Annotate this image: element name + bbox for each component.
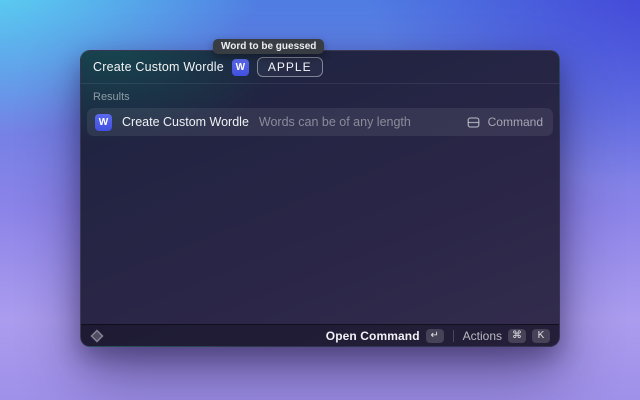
command-type-icon (466, 115, 481, 130)
word-argument-field[interactable]: APPLE (257, 57, 323, 77)
header-divider (81, 83, 559, 84)
k-keycap: K (532, 329, 550, 343)
raycast-logo-icon[interactable] (90, 329, 104, 343)
tooltip: Word to be guessed (213, 39, 324, 54)
result-type-badge: Command (466, 115, 543, 130)
launcher-window: Create Custom Wordle W APPLE Results W C… (80, 50, 560, 347)
open-command-label: Open Command (326, 329, 420, 343)
wordle-app-icon: W (95, 114, 112, 131)
open-command-button[interactable]: Open Command ↵ (326, 329, 444, 343)
footer-bar: Open Command ↵ Actions ⌘ K (81, 324, 559, 346)
results-section-label: Results (93, 91, 559, 103)
desktop-background: Word to be guessed Create Custom Wordle … (0, 0, 640, 400)
command-title: Create Custom Wordle (93, 60, 224, 74)
command-keycap: ⌘ (508, 329, 526, 343)
footer-actions: Open Command ↵ Actions ⌘ K (326, 329, 550, 343)
empty-results-area (81, 136, 559, 324)
result-row[interactable]: W Create Custom Wordle Words can be of a… (87, 108, 553, 136)
command-header: Create Custom Wordle W APPLE (81, 51, 559, 83)
wordle-app-icon: W (232, 59, 249, 76)
result-type-label: Command (488, 115, 543, 129)
actions-button[interactable]: Actions ⌘ K (463, 329, 550, 343)
actions-label: Actions (463, 329, 502, 343)
result-subtitle: Words can be of any length (259, 115, 456, 129)
result-title: Create Custom Wordle (122, 115, 249, 129)
return-keycap: ↵ (426, 329, 444, 343)
footer-separator (453, 330, 454, 342)
